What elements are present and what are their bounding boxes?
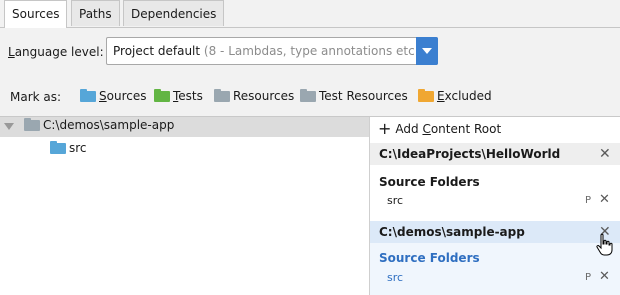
mark-as-toolbar: Mark as: Sources Tests Resources Test Re… (0, 76, 620, 117)
tree-item-src-label: src (69, 141, 87, 155)
language-level-dropdown[interactable]: Project default (8 - Lambdas, type annot… (106, 37, 438, 65)
mark-as-label: Mark as: (10, 90, 62, 104)
source-folders-title-selected: Source Folders (379, 251, 480, 265)
remove-folder-close-icon[interactable]: ✕ (599, 193, 610, 207)
tab-sources[interactable]: Sources (4, 0, 68, 28)
language-level-value: Project default (113, 44, 201, 58)
folder-icon (24, 117, 40, 131)
expand-arrow-icon[interactable] (4, 123, 14, 130)
tree-item-root-label: C:\demos\sample-app (43, 118, 175, 132)
plus-icon: + (378, 119, 392, 138)
content-root-tree: C:\demos\sample-app src (0, 117, 370, 295)
excluded-folder-icon (418, 88, 434, 102)
source-folder-item: src (387, 194, 404, 207)
tab-paths[interactable]: Paths (71, 0, 120, 26)
tab-dependencies[interactable]: Dependencies (123, 0, 225, 26)
content-root-header-selected: C:\demos\sample-app ✕ (370, 221, 620, 243)
remove-folder-close-icon[interactable]: ✕ (599, 270, 610, 284)
hand-cursor-icon (596, 233, 613, 256)
content-root-path: C:\IdeaProjects\HelloWorld (379, 147, 561, 161)
tree-item-src[interactable]: src (50, 140, 87, 155)
mark-resources-button[interactable]: Resources (214, 88, 294, 103)
folder-properties-icon[interactable]: P (585, 195, 591, 206)
folder-properties-icon[interactable]: P (585, 272, 591, 283)
tree-item-root[interactable]: C:\demos\sample-app (24, 117, 175, 132)
source-folders-title: Source Folders (379, 175, 480, 189)
language-level-hint: (8 - Lambdas, type annotations etc.) (203, 44, 424, 58)
tab-bar: Sources Paths Dependencies (0, 0, 620, 28)
mark-sources-button[interactable]: Sources (80, 88, 146, 103)
mark-test-resources-button[interactable]: Test Resources (300, 88, 408, 103)
content-roots-panel: + Add Content Root C:\IdeaProjects\Hello… (370, 117, 620, 295)
resources-folder-icon (214, 88, 230, 102)
language-level-row: Language level: Project default (8 - Lam… (0, 28, 620, 76)
tests-folder-icon (154, 88, 170, 102)
add-content-root-button[interactable]: + Add Content Root (378, 121, 501, 137)
content-root-path-selected: C:\demos\sample-app (379, 225, 525, 239)
language-level-label: Language level: (8, 45, 104, 59)
source-folders-section-selected: Source Folders src P ✕ (370, 243, 620, 295)
content-root-header: C:\IdeaProjects\HelloWorld ✕ (370, 143, 620, 165)
remove-root-close-icon[interactable]: ✕ (599, 147, 611, 161)
mark-excluded-button[interactable]: Excluded (418, 88, 492, 103)
sources-folder-icon (80, 88, 96, 102)
chevron-down-icon[interactable] (416, 37, 438, 65)
mark-tests-button[interactable]: Tests (154, 88, 203, 103)
test-resources-folder-icon (300, 88, 316, 102)
source-folder-item-selected: src (387, 271, 404, 284)
source-folder-icon (50, 140, 66, 154)
source-folders-section: Source Folders src P ✕ (370, 165, 620, 215)
